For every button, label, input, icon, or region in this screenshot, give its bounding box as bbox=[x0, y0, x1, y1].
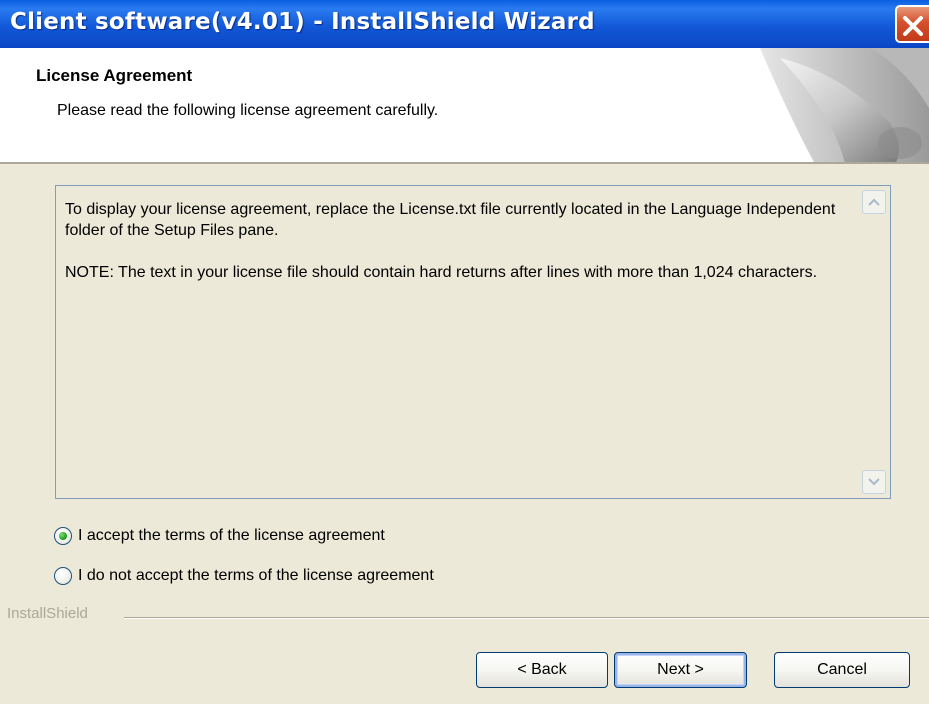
decline-radio[interactable] bbox=[54, 567, 72, 585]
close-button[interactable] bbox=[895, 5, 929, 43]
window-title: Client software(v4.01) - InstallShield W… bbox=[10, 9, 595, 35]
page-title: License Agreement bbox=[36, 66, 193, 85]
chevron-up-icon bbox=[868, 198, 880, 206]
license-paragraph: To display your license agreement, repla… bbox=[65, 201, 836, 239]
page-curl-graphic bbox=[720, 48, 929, 162]
page-subtitle: Please read the following license agreem… bbox=[57, 102, 439, 119]
scroll-up-button[interactable] bbox=[862, 190, 886, 214]
back-button[interactable]: < Back bbox=[476, 652, 608, 688]
license-paragraph: NOTE: The text in your license file shou… bbox=[65, 264, 818, 281]
vertical-scrollbar[interactable] bbox=[862, 190, 888, 494]
accept-label[interactable]: I accept the terms of the license agreem… bbox=[78, 527, 385, 545]
close-icon bbox=[903, 16, 923, 36]
title-bar[interactable]: Client software(v4.01) - InstallShield W… bbox=[0, 0, 929, 48]
installshield-brand: InstallShield bbox=[7, 605, 88, 622]
scroll-down-button[interactable] bbox=[862, 470, 886, 494]
chevron-down-icon bbox=[868, 478, 880, 486]
accept-option[interactable]: I accept the terms of the license agreem… bbox=[54, 524, 385, 548]
next-button[interactable]: Next > bbox=[614, 652, 747, 688]
accept-radio[interactable] bbox=[54, 527, 72, 545]
installshield-wizard-window: Client software(v4.01) - InstallShield W… bbox=[0, 0, 929, 704]
decline-option[interactable]: I do not accept the terms of the license… bbox=[54, 564, 434, 588]
license-text-area[interactable]: To display your license agreement, repla… bbox=[55, 185, 891, 499]
license-text: To display your license agreement, repla… bbox=[65, 199, 845, 304]
header-banner: License Agreement Please read the follow… bbox=[0, 48, 929, 164]
decline-label[interactable]: I do not accept the terms of the license… bbox=[78, 567, 434, 585]
footer-divider bbox=[124, 617, 929, 619]
cancel-button[interactable]: Cancel bbox=[774, 652, 910, 688]
